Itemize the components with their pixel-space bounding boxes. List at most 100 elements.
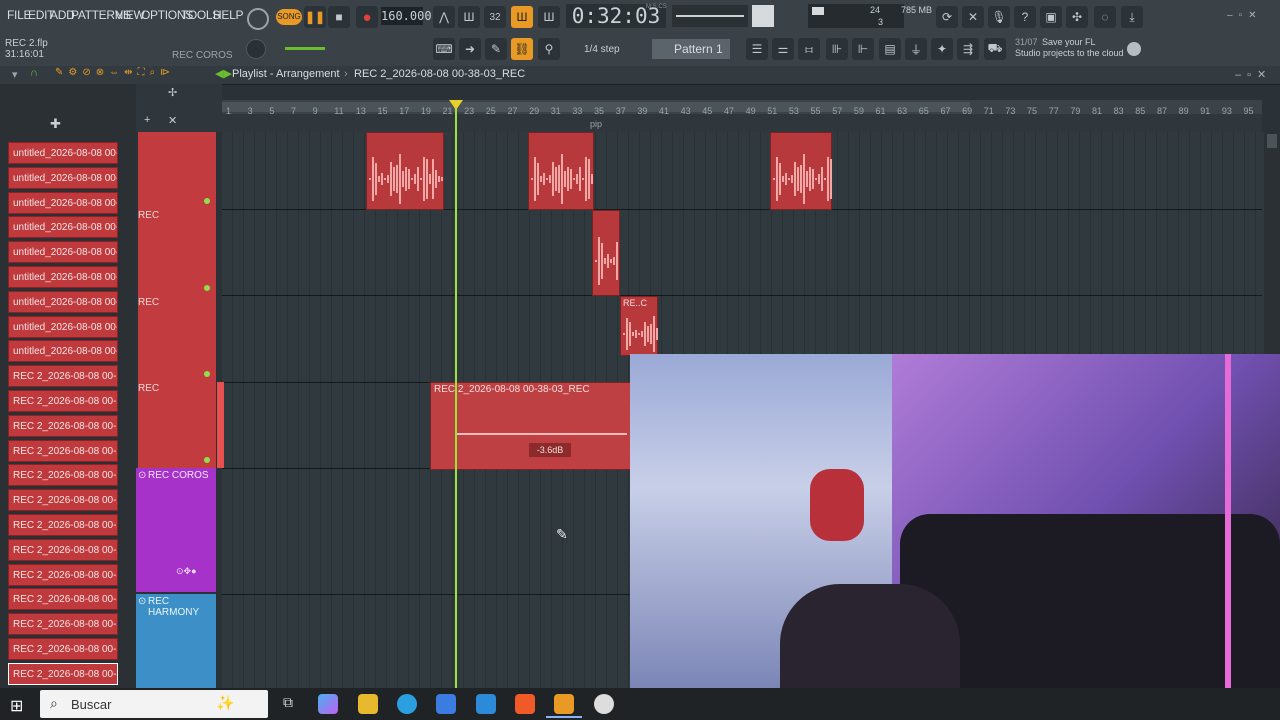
copilot-icon[interactable]: [318, 694, 338, 714]
store-icon[interactable]: [436, 694, 456, 714]
help-button[interactable]: ?: [1014, 6, 1036, 28]
playlist-pattern[interactable]: REC 2_2026-08-08 00-38-03_REC: [354, 68, 525, 80]
channel-item[interactable]: untitled_2026-08-08 00-...: [8, 266, 118, 288]
track-name-2[interactable]: REC: [138, 297, 216, 308]
piano-roll-button[interactable]: ⌨: [433, 38, 455, 60]
playhead-marker-icon[interactable]: [449, 100, 463, 110]
step-selector[interactable]: 1/4 step: [584, 44, 620, 55]
audio-clip-main[interactable]: REC 2_2026-08-08 00-38-03_REC -3.6dB: [430, 382, 632, 470]
channel-item[interactable]: untitled_2026-08-08 00-...: [8, 290, 118, 313]
channel-item[interactable]: REC 2_2026-08-08 00-36...: [8, 613, 118, 636]
channel-item[interactable]: untitled_2026-08-08 00-...: [8, 340, 118, 363]
metronome-button[interactable]: ⋀: [433, 6, 455, 28]
zoom-icon[interactable]: ✢: [168, 86, 177, 99]
audio-clip-small[interactable]: RE..C: [620, 296, 658, 356]
audio-clip[interactable]: [366, 132, 444, 210]
project-picker-button[interactable]: ⊩: [852, 38, 874, 60]
master-volume-knob[interactable]: [246, 39, 266, 59]
audio-clip[interactable]: [528, 132, 594, 210]
mixer-routing-button[interactable]: ⇶: [957, 38, 979, 60]
close-icon[interactable]: ✕: [168, 114, 177, 127]
fl-studio-icon[interactable]: [554, 694, 574, 714]
plugin-button[interactable]: ✣: [1066, 6, 1088, 28]
browser-button[interactable]: ⊪: [826, 38, 848, 60]
brave-icon[interactable]: [515, 694, 535, 714]
channel-item[interactable]: untitled_2026-08-08 00-...: [8, 216, 118, 239]
stop-button[interactable]: ■: [328, 6, 350, 28]
stamp-button[interactable]: ⚲: [538, 38, 560, 60]
mail-icon[interactable]: [476, 694, 496, 714]
countdown-button[interactable]: 32: [484, 6, 506, 28]
master-pitch-knob[interactable]: [247, 8, 269, 30]
track-1-led[interactable]: [204, 198, 210, 204]
add-track-icon[interactable]: +: [144, 114, 150, 126]
pattern-selector[interactable]: Pattern 1: [652, 39, 730, 59]
track-name-3[interactable]: REC: [138, 383, 216, 394]
channel-item[interactable]: untitled_2026-08-08 00-...: [8, 166, 118, 189]
volume-slider[interactable]: [285, 47, 325, 50]
marker-label[interactable]: pip: [590, 119, 602, 129]
channel-item[interactable]: REC 2_2026-08-08 00-29...: [8, 439, 118, 462]
plugin-database-button[interactable]: ▤: [879, 38, 901, 60]
channel-item[interactable]: untitled_2026-08-08 00-...: [8, 142, 118, 164]
track-coros-controls[interactable]: ⊙✥●: [176, 566, 197, 577]
track-rec-harmony[interactable]: ⊙ REC HARMONY: [136, 594, 216, 688]
snap-link-button[interactable]: ⛓: [511, 38, 533, 60]
channel-item[interactable]: REC 2_2026-08-08 00-29...: [8, 538, 118, 561]
channel-item[interactable]: REC 2_2026-08-08 00-29...: [8, 464, 118, 487]
audio-clip[interactable]: [770, 132, 832, 210]
mixer-button[interactable]: ✕: [962, 6, 984, 28]
playlist-view-button[interactable]: ☰: [746, 38, 768, 60]
channel-rack-button[interactable]: ⚌: [772, 38, 794, 60]
microphone-button[interactable]: 🎙: [988, 6, 1010, 28]
channel-item[interactable]: REC 2_2026-08-08 00-30...: [8, 563, 118, 586]
track-4-led[interactable]: [204, 457, 210, 463]
loop-record-button[interactable]: Ш: [538, 6, 560, 28]
channel-item[interactable]: REC 2_2026-08-08 00-37...: [8, 638, 118, 660]
save-button[interactable]: ▣: [1040, 6, 1062, 28]
channel-item[interactable]: REC 2_2026-08-08 00-28...: [8, 414, 118, 437]
channel-item[interactable]: REC 2_2026-08-08 00-32...: [8, 588, 118, 611]
track-3-led[interactable]: [204, 371, 210, 377]
obs-icon[interactable]: [594, 694, 614, 714]
cloud-icon[interactable]: [1127, 42, 1141, 56]
playhead[interactable]: [455, 100, 457, 688]
audio-clip[interactable]: [592, 210, 620, 296]
channel-item[interactable]: REC 2_2026-08-08 00-38...: [8, 662, 118, 685]
channel-item[interactable]: REC 2_2026-08-08 00-29...: [8, 489, 118, 512]
windows-start-icon[interactable]: ⊞: [10, 696, 23, 716]
performance-button[interactable]: ✦: [931, 38, 953, 60]
track-2-led[interactable]: [204, 285, 210, 291]
record-button[interactable]: ●: [356, 6, 378, 28]
wait-input-button[interactable]: Ш: [458, 6, 480, 28]
shop-button[interactable]: ⛟: [984, 38, 1006, 60]
add-channel-icon[interactable]: ✚: [50, 116, 61, 132]
channel-item[interactable]: untitled_2026-08-08 00-...: [8, 191, 118, 214]
file-explorer-icon[interactable]: [358, 694, 378, 714]
pause-button[interactable]: ❚❚: [304, 6, 326, 28]
mixer-view-button[interactable]: ⧦: [798, 38, 820, 60]
undo-history-button[interactable]: ⟳: [936, 6, 958, 28]
draw-tool-button[interactable]: ✎: [485, 38, 507, 60]
menu-help[interactable]: HELP: [213, 8, 243, 22]
track-rec-coros[interactable]: ⊙ REC COROS ⊙✥●: [136, 468, 216, 592]
timeline-ruler[interactable]: [222, 100, 1262, 132]
magnet-icon[interactable]: ∩: [30, 67, 38, 79]
channel-item[interactable]: untitled_2026-08-08 00-...: [8, 241, 118, 264]
playlist-window-controls[interactable]: –▫✕: [1235, 68, 1272, 81]
playlist-menu-icon[interactable]: ▾: [12, 68, 18, 81]
chat-button[interactable]: ◌: [1094, 6, 1116, 28]
channel-item[interactable]: REC 2_2026-08-08 00-29...: [8, 514, 118, 536]
tool-icons[interactable]: ✎⚙⊘⊗⇔⇹⛶⌕⧐: [55, 67, 175, 78]
channel-item[interactable]: untitled_2026-08-08 00-...: [8, 315, 118, 338]
window-controls[interactable]: –▫✕: [1227, 10, 1272, 22]
channel-item[interactable]: REC 2_2026-08-08 00-28...: [8, 390, 118, 412]
channel-item[interactable]: REC 2_2026-08-08 00-28...: [8, 365, 118, 388]
song-mode-toggle[interactable]: SONG: [276, 9, 302, 25]
download-button[interactable]: ⤓: [1121, 6, 1143, 28]
edge-icon[interactable]: [397, 694, 417, 714]
task-view-icon[interactable]: ⧉: [278, 694, 298, 714]
next-button[interactable]: ➜: [459, 38, 481, 60]
taskbar-search[interactable]: ⌕ Buscar ✨: [40, 690, 268, 718]
tempo-display[interactable]: 160.000: [381, 7, 432, 25]
